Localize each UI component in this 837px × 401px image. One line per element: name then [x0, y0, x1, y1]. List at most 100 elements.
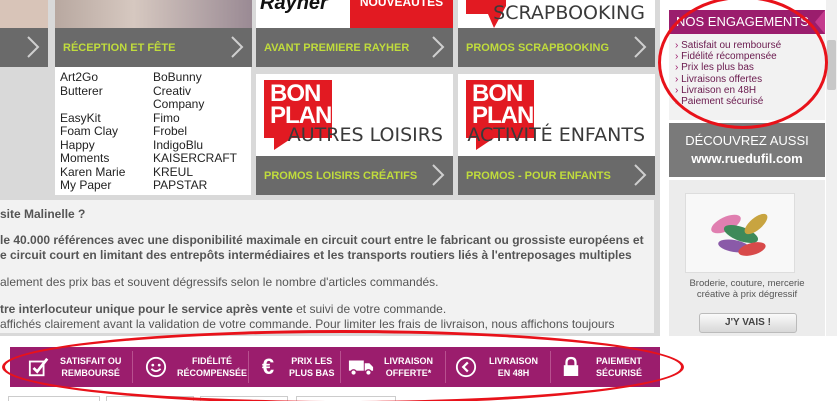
thread-skeins-icon — [711, 213, 768, 256]
vertical-scrollbar[interactable] — [826, 0, 837, 336]
tile-partial-left[interactable] — [0, 0, 48, 67]
brand-link[interactable]: Art2Go — [60, 70, 125, 85]
separator — [248, 351, 249, 383]
brand-link[interactable]: Fimo — [153, 111, 237, 126]
rayher-logo: Rayher — [260, 0, 328, 14]
tile-autres-loisirs[interactable]: BON PLAN AUTRES LOISIRS PROMOS LOISIRS C… — [256, 74, 453, 195]
tile-activite-enfants[interactable]: BON PLAN ACTIVITÉ ENFANTS PROMOS - POUR … — [458, 74, 655, 195]
guarantee-label: LIVRAISON EN 48H — [489, 355, 538, 379]
nouveautes-label: NOUVEAUTÉS — [359, 0, 444, 9]
engagement-item[interactable]: Prix les plus bas — [675, 62, 781, 73]
guarantee-label: PAIEMENT SÉCURISÉ — [596, 355, 642, 379]
guarantee-prix[interactable]: € PRIX LES PLUS BAS — [255, 347, 335, 387]
bottom-box — [8, 396, 100, 401]
scrollbar-thumb[interactable] — [827, 40, 836, 90]
clock-arrow-icon — [453, 354, 479, 380]
pointer-arrow — [795, 202, 805, 222]
tile-caption: ACTIVITÉ ENFANTS — [467, 124, 645, 146]
brand-link[interactable]: Creativ — [153, 84, 237, 99]
guarantee-label-line2: SÉCURISÉ — [596, 368, 643, 378]
engagement-item[interactable]: Fidélité récompensée — [675, 51, 781, 62]
guarantee-label-line1: LIVRAISON — [489, 356, 539, 366]
about-heading: site Malinelle ? — [0, 207, 86, 221]
engagement-item[interactable]: Livraison en 48H — [675, 85, 781, 96]
engagement-item[interactable]: Paiement sécurisé — [675, 96, 781, 107]
decouvrez-title: DÉCOUVREZ AUSSI — [685, 133, 809, 148]
brands-column-2: BoBunny Creativ Company Fimo Frobel Indi… — [153, 70, 237, 193]
guarantee-label-line2: EN 48H — [497, 368, 530, 378]
brand-link[interactable]: Moments — [60, 151, 125, 166]
guarantee-label-line1: PRIX LES — [291, 356, 333, 366]
tile-label: AVANT PREMIERE RAYHER — [264, 41, 410, 54]
guarantee-satisfait[interactable]: SATISFAIT OU REMBOURSÉ — [26, 347, 126, 387]
brand-link[interactable]: EasyKit — [60, 111, 125, 126]
brand-link[interactable]: Karen Marie — [60, 165, 125, 180]
about-line: alement des prix bas et souvent dégressi… — [0, 275, 439, 289]
bottom-box — [106, 396, 194, 401]
tile-scrapbooking[interactable]: SCRAPBOOKING PROMOS SCRAPBOOKING — [458, 0, 655, 67]
ruedufil-promo: Broderie, couture, mercerie créative à p… — [669, 180, 825, 336]
bottom-box — [296, 396, 396, 401]
guarantee-label-line2: REMBOURSÉ — [61, 368, 120, 378]
tile-label: PROMOS - POUR ENFANTS — [466, 169, 611, 182]
guarantee-livraison-offerte[interactable]: LIVRAISON OFFERTE* — [348, 347, 443, 387]
guarantee-label: FIDÉLITÉ RÉCOMPENSÉE — [177, 355, 247, 379]
tile-label: PROMOS LOISIRS CRÉATIFS — [264, 169, 418, 182]
chevron-right-icon — [27, 36, 40, 58]
nouveautes-badge: NOUVEAUTÉS — [350, 0, 453, 28]
guarantee-livraison-48h[interactable]: LIVRAISON EN 48H — [453, 347, 543, 387]
brand-link[interactable] — [60, 98, 125, 112]
brand-link[interactable]: Foam Clay — [60, 124, 125, 139]
chevron-right-icon — [231, 36, 244, 58]
brand-link[interactable]: Company — [153, 97, 237, 112]
guarantee-label-line1: SATISFAIT OU — [60, 356, 122, 366]
guarantee-label-line1: LIVRAISON — [384, 356, 434, 366]
ruedufil-description-line2: créative à prix dégressif — [696, 289, 798, 300]
guarantee-label-line2: PLUS BAS — [289, 368, 335, 378]
engagements-list: Satisfait ou remboursé Fidélité récompen… — [675, 40, 781, 107]
tile-image: Rayher NOUVEAUTÉS — [256, 0, 453, 28]
jy-vais-button[interactable]: J'Y VAIS ! — [699, 313, 797, 333]
brand-link[interactable]: Happy — [60, 138, 125, 153]
engagement-item[interactable]: Livraisons offertes — [675, 74, 781, 85]
about-line: tre interlocuteur unique pour le service… — [0, 302, 446, 316]
about-line-rest: et suivi de votre commande. — [292, 302, 447, 316]
guarantee-label: PRIX LES PLUS BAS — [289, 355, 335, 379]
tile-reception-fete[interactable]: RÉCEPTION ET FÊTE — [55, 0, 252, 67]
brand-link[interactable]: IndigoBlu — [153, 138, 237, 153]
brand-link[interactable]: KAISERCRAFT — [153, 151, 237, 166]
brand-link[interactable]: BoBunny — [153, 70, 237, 85]
decouvrez-banner[interactable]: DÉCOUVREZ AUSSI www.ruedufil.com — [669, 123, 825, 177]
engagement-item[interactable]: Satisfait ou remboursé — [675, 40, 781, 51]
separator — [550, 351, 551, 383]
brand-link[interactable]: KREUL — [153, 165, 237, 180]
guarantee-label: SATISFAIT OU REMBOURSÉ — [60, 355, 121, 379]
brand-link[interactable]: Butterer — [60, 84, 125, 99]
brand-link[interactable]: PAPSTAR — [153, 178, 237, 193]
tile-label: RÉCEPTION ET FÊTE — [63, 41, 176, 54]
truck-icon — [348, 354, 374, 380]
tile-image — [0, 0, 48, 28]
ruedufil-description-line1: Broderie, couture, mercerie — [689, 278, 805, 289]
tile-bar: PROMOS - POUR ENFANTS — [458, 156, 655, 195]
euro-icon: € — [261, 354, 275, 379]
separator — [445, 351, 446, 383]
tile-rayher[interactable]: Rayher NOUVEAUTÉS AVANT PREMIERE RAYHER — [256, 0, 453, 67]
brand-link[interactable]: My Paper — [60, 178, 125, 193]
guarantee-fidelite[interactable]: FIDÉLITÉ RÉCOMPENSÉE — [143, 347, 248, 387]
brand-link[interactable]: Frobel — [153, 124, 237, 139]
engagements-title: NOS ENGAGEMENTS — [669, 10, 825, 34]
smiley-icon — [143, 354, 169, 380]
guarantee-paiement[interactable]: PAIEMENT SÉCURISÉ — [558, 347, 653, 387]
guarantee-label-line1: FIDÉLITÉ — [192, 356, 232, 366]
brands-column-1: Art2Go Butterer EasyKit Foam Clay Happy … — [60, 70, 125, 193]
tile-image — [55, 0, 252, 28]
tile-bar: PROMOS SCRAPBOOKING — [458, 28, 655, 67]
tile-caption: AUTRES LOISIRS — [287, 124, 443, 146]
chevron-right-icon — [432, 164, 445, 186]
tile-caption: SCRAPBOOKING — [493, 2, 645, 24]
separator — [340, 351, 341, 383]
brands-list: Art2Go Butterer EasyKit Foam Clay Happy … — [55, 67, 251, 195]
engagements-box: NOS ENGAGEMENTS Satisfait ou remboursé F… — [669, 10, 825, 120]
tile-image: SCRAPBOOKING — [458, 0, 655, 28]
